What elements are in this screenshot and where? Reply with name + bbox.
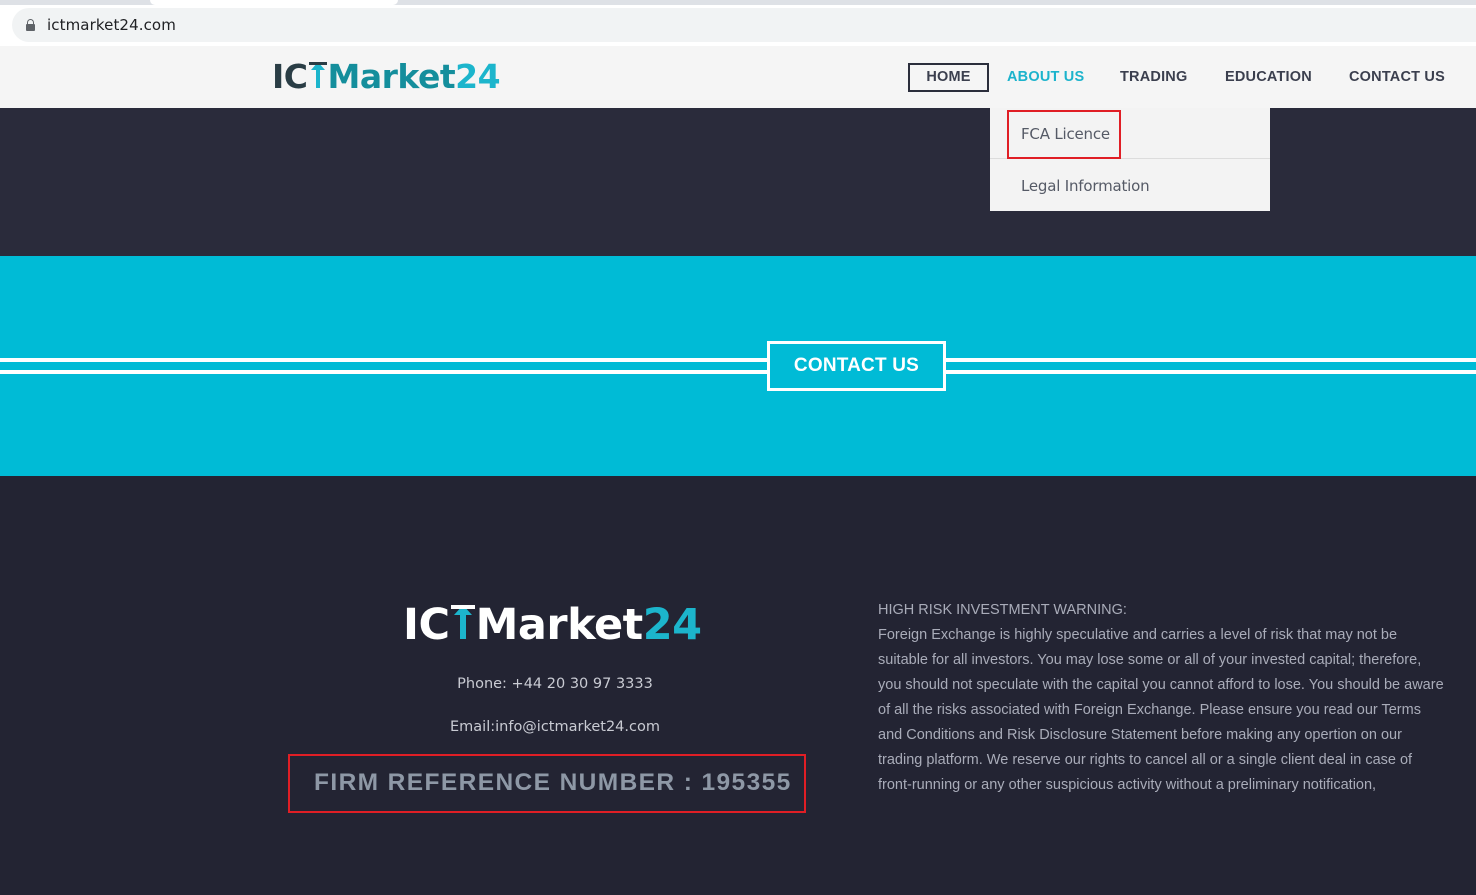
contact-us-heading: CONTACT US [767, 341, 946, 391]
logo-text-market: Market [475, 600, 644, 650]
contact-band: CONTACT US [0, 256, 1476, 476]
logo-text-ic: IC [272, 57, 308, 96]
nav-home[interactable]: HOME [908, 63, 989, 92]
firm-reference-number: FIRM REFERENCE NUMBER : 195355 [314, 769, 792, 796]
lock-icon[interactable] [26, 19, 35, 31]
logo-text-market: Market [327, 57, 456, 96]
risk-warning-title: HIGH RISK INVESTMENT WARNING: [878, 602, 1127, 618]
address-bar[interactable]: ictmarket24.com [12, 8, 1476, 42]
active-tab[interactable] [150, 0, 398, 5]
logo-arrow-icon [450, 602, 475, 642]
nav-education[interactable]: EDUCATION [1225, 63, 1312, 92]
firm-reference-highlight: FIRM REFERENCE NUMBER : 195355 [288, 754, 806, 813]
browser-toolbar: ictmarket24.com [0, 0, 1476, 46]
divider-line [946, 358, 1476, 362]
tab-strip [0, 0, 1476, 5]
risk-warning: HIGH RISK INVESTMENT WARNING: Foreign Ex… [878, 598, 1444, 798]
dropdown-item-legal-information[interactable]: Legal Information [990, 160, 1270, 211]
footer: IC Market24 Phone: +44 20 30 97 3333 Emai… [0, 476, 1476, 895]
logo-arrow-icon [308, 60, 327, 90]
logo-text-ic: IC [403, 600, 450, 650]
divider-line [0, 358, 767, 362]
site-logo[interactable]: IC Market24 [272, 57, 501, 96]
logo-text-24: 24 [455, 57, 501, 96]
url-text[interactable]: ictmarket24.com [47, 16, 176, 34]
about-us-dropdown: FCA Licence Legal Information [990, 108, 1270, 211]
logo-text-24: 24 [642, 600, 702, 650]
divider-line [0, 370, 767, 374]
nav-contact-us[interactable]: CONTACT US [1349, 63, 1445, 92]
fca-highlight-box [1007, 110, 1121, 159]
footer-logo[interactable]: IC Market24 [403, 599, 702, 651]
dropdown-item-label: Legal Information [1021, 177, 1150, 195]
nav-about-us[interactable]: ABOUT US [1007, 63, 1084, 92]
divider-line [946, 370, 1476, 374]
site-header: IC Market24 HOME ABOUT US TRADING EDUCATI… [0, 46, 1476, 108]
nav-trading[interactable]: TRADING [1120, 63, 1187, 92]
risk-warning-text: Foreign Exchange is highly speculative a… [878, 627, 1444, 793]
